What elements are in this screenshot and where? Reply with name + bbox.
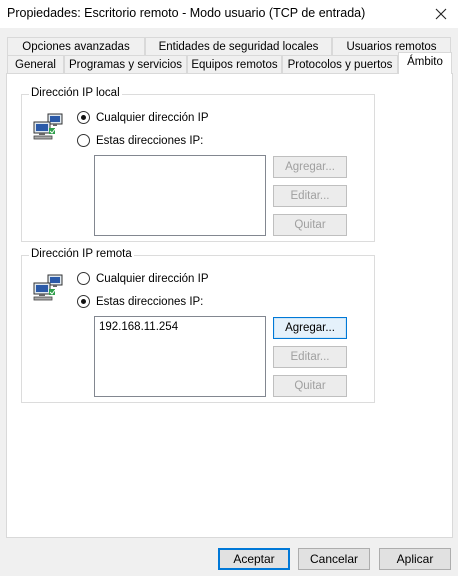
- remote-radio-any-label: Cualquier dirección IP: [96, 272, 209, 285]
- tab-opciones-avanzadas[interactable]: Opciones avanzadas: [7, 37, 145, 55]
- remote-add-button[interactable]: Agregar...: [273, 317, 347, 339]
- list-item[interactable]: 192.168.11.254: [95, 317, 265, 333]
- local-ip-group: Dirección IP local Cualquier dirección I…: [21, 87, 375, 242]
- remote-ip-group-title: Dirección IP remota: [29, 248, 134, 260]
- local-radio-any[interactable]: Cualquier dirección IP: [77, 111, 209, 124]
- remote-ip-group: Dirección IP remota Cualquier dirección …: [21, 248, 375, 403]
- ok-button[interactable]: Aceptar: [218, 548, 290, 570]
- window-title: Propiedades: Escritorio remoto - Modo us…: [7, 6, 366, 20]
- remote-radio-any-button[interactable]: [77, 272, 90, 285]
- local-ip-listbox[interactable]: [94, 155, 266, 236]
- local-ip-group-title: Dirección IP local: [29, 87, 122, 99]
- remote-radio-these-button[interactable]: [77, 295, 90, 308]
- remote-radio-these-label: Estas direcciones IP:: [96, 295, 204, 308]
- local-edit-button[interactable]: Editar...: [273, 185, 347, 207]
- local-radio-these-button[interactable]: [77, 134, 90, 147]
- close-icon: [435, 8, 447, 20]
- local-remove-button[interactable]: Quitar: [273, 214, 347, 236]
- remote-edit-button[interactable]: Editar...: [273, 346, 347, 368]
- local-radio-these-label: Estas direcciones IP:: [96, 134, 204, 147]
- remote-radio-these[interactable]: Estas direcciones IP:: [77, 295, 203, 308]
- network-computers-icon: [33, 113, 63, 140]
- local-add-button[interactable]: Agregar...: [273, 156, 347, 178]
- tab-panel-ambito: Dirección IP local Cualquier dirección I…: [6, 73, 453, 538]
- remote-ip-listbox[interactable]: 192.168.11.254: [94, 316, 266, 397]
- tab-protocolos-puertos[interactable]: Protocolos y puertos: [282, 55, 398, 73]
- local-radio-any-label: Cualquier dirección IP: [96, 111, 209, 124]
- local-radio-these[interactable]: Estas direcciones IP:: [77, 134, 203, 147]
- tab-programas-servicios[interactable]: Programas y servicios: [64, 55, 187, 73]
- close-button[interactable]: [424, 0, 458, 28]
- title-bar: Propiedades: Escritorio remoto - Modo us…: [0, 0, 458, 28]
- tab-entidades-seguridad-locales[interactable]: Entidades de seguridad locales: [145, 37, 332, 55]
- tab-equipos-remotos[interactable]: Equipos remotos: [187, 55, 282, 73]
- remote-remove-button[interactable]: Quitar: [273, 375, 347, 397]
- local-radio-any-button[interactable]: [77, 111, 90, 124]
- network-computers-icon: [33, 274, 63, 301]
- remote-radio-any[interactable]: Cualquier dirección IP: [77, 272, 209, 285]
- apply-button[interactable]: Aplicar: [379, 548, 451, 570]
- tab-general[interactable]: General: [7, 55, 64, 73]
- tab-ambito[interactable]: Ámbito: [398, 52, 452, 74]
- cancel-button[interactable]: Cancelar: [298, 548, 370, 570]
